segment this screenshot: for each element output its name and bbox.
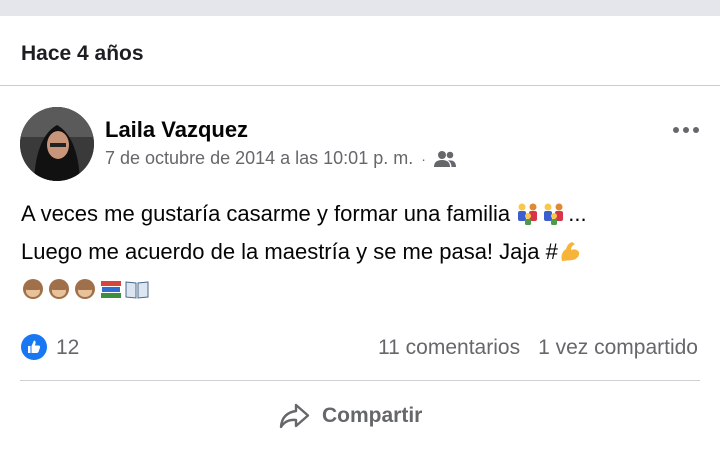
see-no-evil-monkey-emoji	[23, 279, 43, 299]
flexed-biceps-emoji	[561, 242, 579, 261]
share-label: Compartir	[322, 404, 423, 427]
like-count[interactable]: 12	[56, 336, 79, 360]
open-book-emoji	[125, 281, 149, 299]
post-text-line-2: Luego me acuerdo de la maestría y se me …	[21, 233, 701, 271]
post-text-line-3	[21, 271, 701, 309]
post-timestamp[interactable]: 7 de octubre de 2014 a las 10:01 p. m.	[105, 148, 413, 169]
post-stats: 12 11 comentarios 1 vez compartido	[0, 330, 720, 366]
memory-title: Hace 4 años	[21, 42, 144, 65]
post-header: Laila Vazquez 7 de octubre de 2014 a las…	[0, 100, 720, 181]
share-button[interactable]: Compartir	[278, 398, 422, 434]
family-emoji	[518, 203, 538, 225]
author-name[interactable]: Laila Vazquez	[105, 117, 248, 143]
share-count[interactable]: 1 vez compartido	[538, 336, 698, 360]
comment-count[interactable]: 11 comentarios	[378, 336, 520, 360]
like-icon[interactable]	[21, 334, 47, 360]
family-emoji	[544, 203, 564, 225]
post-meta: 7 de octubre de 2014 a las 10:01 p. m. ·	[105, 148, 456, 169]
see-no-evil-monkey-emoji	[75, 279, 95, 299]
more-options-button[interactable]	[668, 118, 704, 142]
post-text: A veces me gustaría casarme y formar una…	[21, 195, 701, 309]
meta-separator: ·	[421, 150, 426, 167]
avatar[interactable]	[20, 107, 94, 181]
post-text-line-1: A veces me gustaría casarme y formar una…	[21, 201, 587, 226]
friends-icon[interactable]	[433, 150, 456, 168]
share-icon	[279, 403, 310, 429]
divider	[20, 380, 700, 381]
books-emoji	[101, 281, 121, 298]
engagement-summary: 11 comentarios 1 vez compartido	[378, 336, 698, 360]
top-strip	[0, 0, 720, 16]
see-no-evil-monkey-emoji	[49, 279, 69, 299]
memory-header: Hace 4 años	[0, 16, 720, 86]
